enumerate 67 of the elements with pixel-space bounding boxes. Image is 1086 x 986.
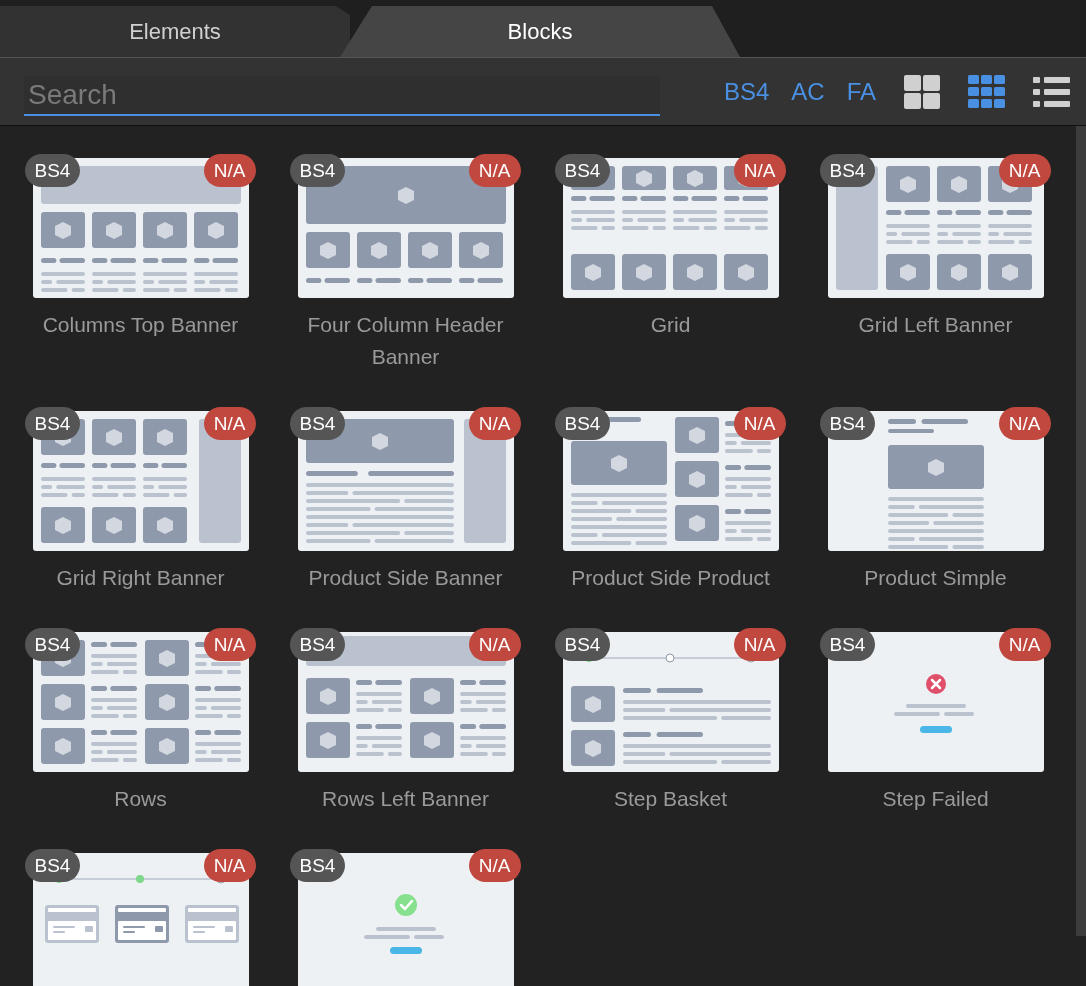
status-badge: N/A [203,628,256,661]
block-label: Product Side Banner [307,565,504,591]
status-badge: N/A [998,628,1051,661]
status-badge: N/A [468,849,521,882]
framework-badge: BS4 [289,628,346,661]
block-label: Product Side Product [570,565,771,591]
layout-wireframe[interactable] [827,158,1044,298]
block-label: Step Basket [612,786,729,812]
block-label: Rows Left Banner [321,786,490,812]
status-badge: N/A [468,628,521,661]
framework-badge: BS4 [554,628,611,661]
framework-badge: BS4 [24,628,81,661]
block-label: Rows [113,786,168,812]
layout-wireframe[interactable] [297,158,514,298]
layout-wireframe[interactable] [32,853,249,986]
framework-badge: BS4 [24,849,81,882]
layout-wireframe[interactable] [827,411,1044,551]
block-label: Product Simple [863,565,1008,591]
layout-wireframe[interactable] [562,411,779,551]
panel-tab[interactable]: Elements [0,6,350,57]
status-badge: N/A [733,154,786,187]
layout-wireframe[interactable] [297,853,514,986]
layout-wireframe[interactable] [827,632,1044,772]
view-mode-button[interactable] [904,74,940,109]
block-label: Step Failed [881,786,990,812]
framework-badge: BS4 [289,154,346,187]
status-badge: N/A [203,849,256,882]
layout-wireframe[interactable] [297,411,514,551]
framework-badge: BS4 [24,407,81,440]
status-badge: N/A [468,154,521,187]
scrollbar[interactable] [1076,126,1086,936]
framework-badge: BS4 [819,154,876,187]
search-field[interactable]: Search [24,75,660,116]
list-icon [1033,76,1070,107]
framework-badge: BS4 [554,407,611,440]
layout-wireframe[interactable] [32,411,249,551]
block-label: Grid Left Banner [857,312,1014,338]
status-badge: N/A [203,154,256,187]
framework-filter-link[interactable]: AC [791,77,825,106]
status-badge: N/A [468,407,521,440]
block-label: Grid [649,312,692,338]
framework-filter-link[interactable]: BS4 [723,77,770,106]
framework-filter-link[interactable]: FA [846,77,876,106]
framework-badge: BS4 [554,154,611,187]
framework-badge: BS4 [819,407,876,440]
status-badge: N/A [733,407,786,440]
block-label: Four Column Header Banner [306,312,505,370]
status-badge: N/A [998,407,1051,440]
block-label: Columns Top Banner [41,312,240,338]
large-grid-icon [904,74,940,109]
layout-wireframe[interactable] [32,158,249,298]
view-mode-button[interactable] [1033,76,1070,107]
framework-badge: BS4 [24,154,81,187]
status-badge: N/A [733,628,786,661]
small-grid-icon [968,75,1005,108]
layout-wireframe[interactable] [562,158,779,298]
block-label: Grid Right Banner [55,565,226,591]
status-badge: N/A [998,154,1051,187]
framework-badge: BS4 [289,849,346,882]
layout-wireframe[interactable] [32,632,249,772]
layout-wireframe[interactable] [297,632,514,772]
layout-wireframe[interactable] [562,632,779,772]
view-mode-button[interactable] [968,75,1005,108]
framework-badge: BS4 [289,407,346,440]
panel-tab[interactable]: Blocks [340,6,740,57]
framework-badge: BS4 [819,628,876,661]
status-badge: N/A [203,407,256,440]
